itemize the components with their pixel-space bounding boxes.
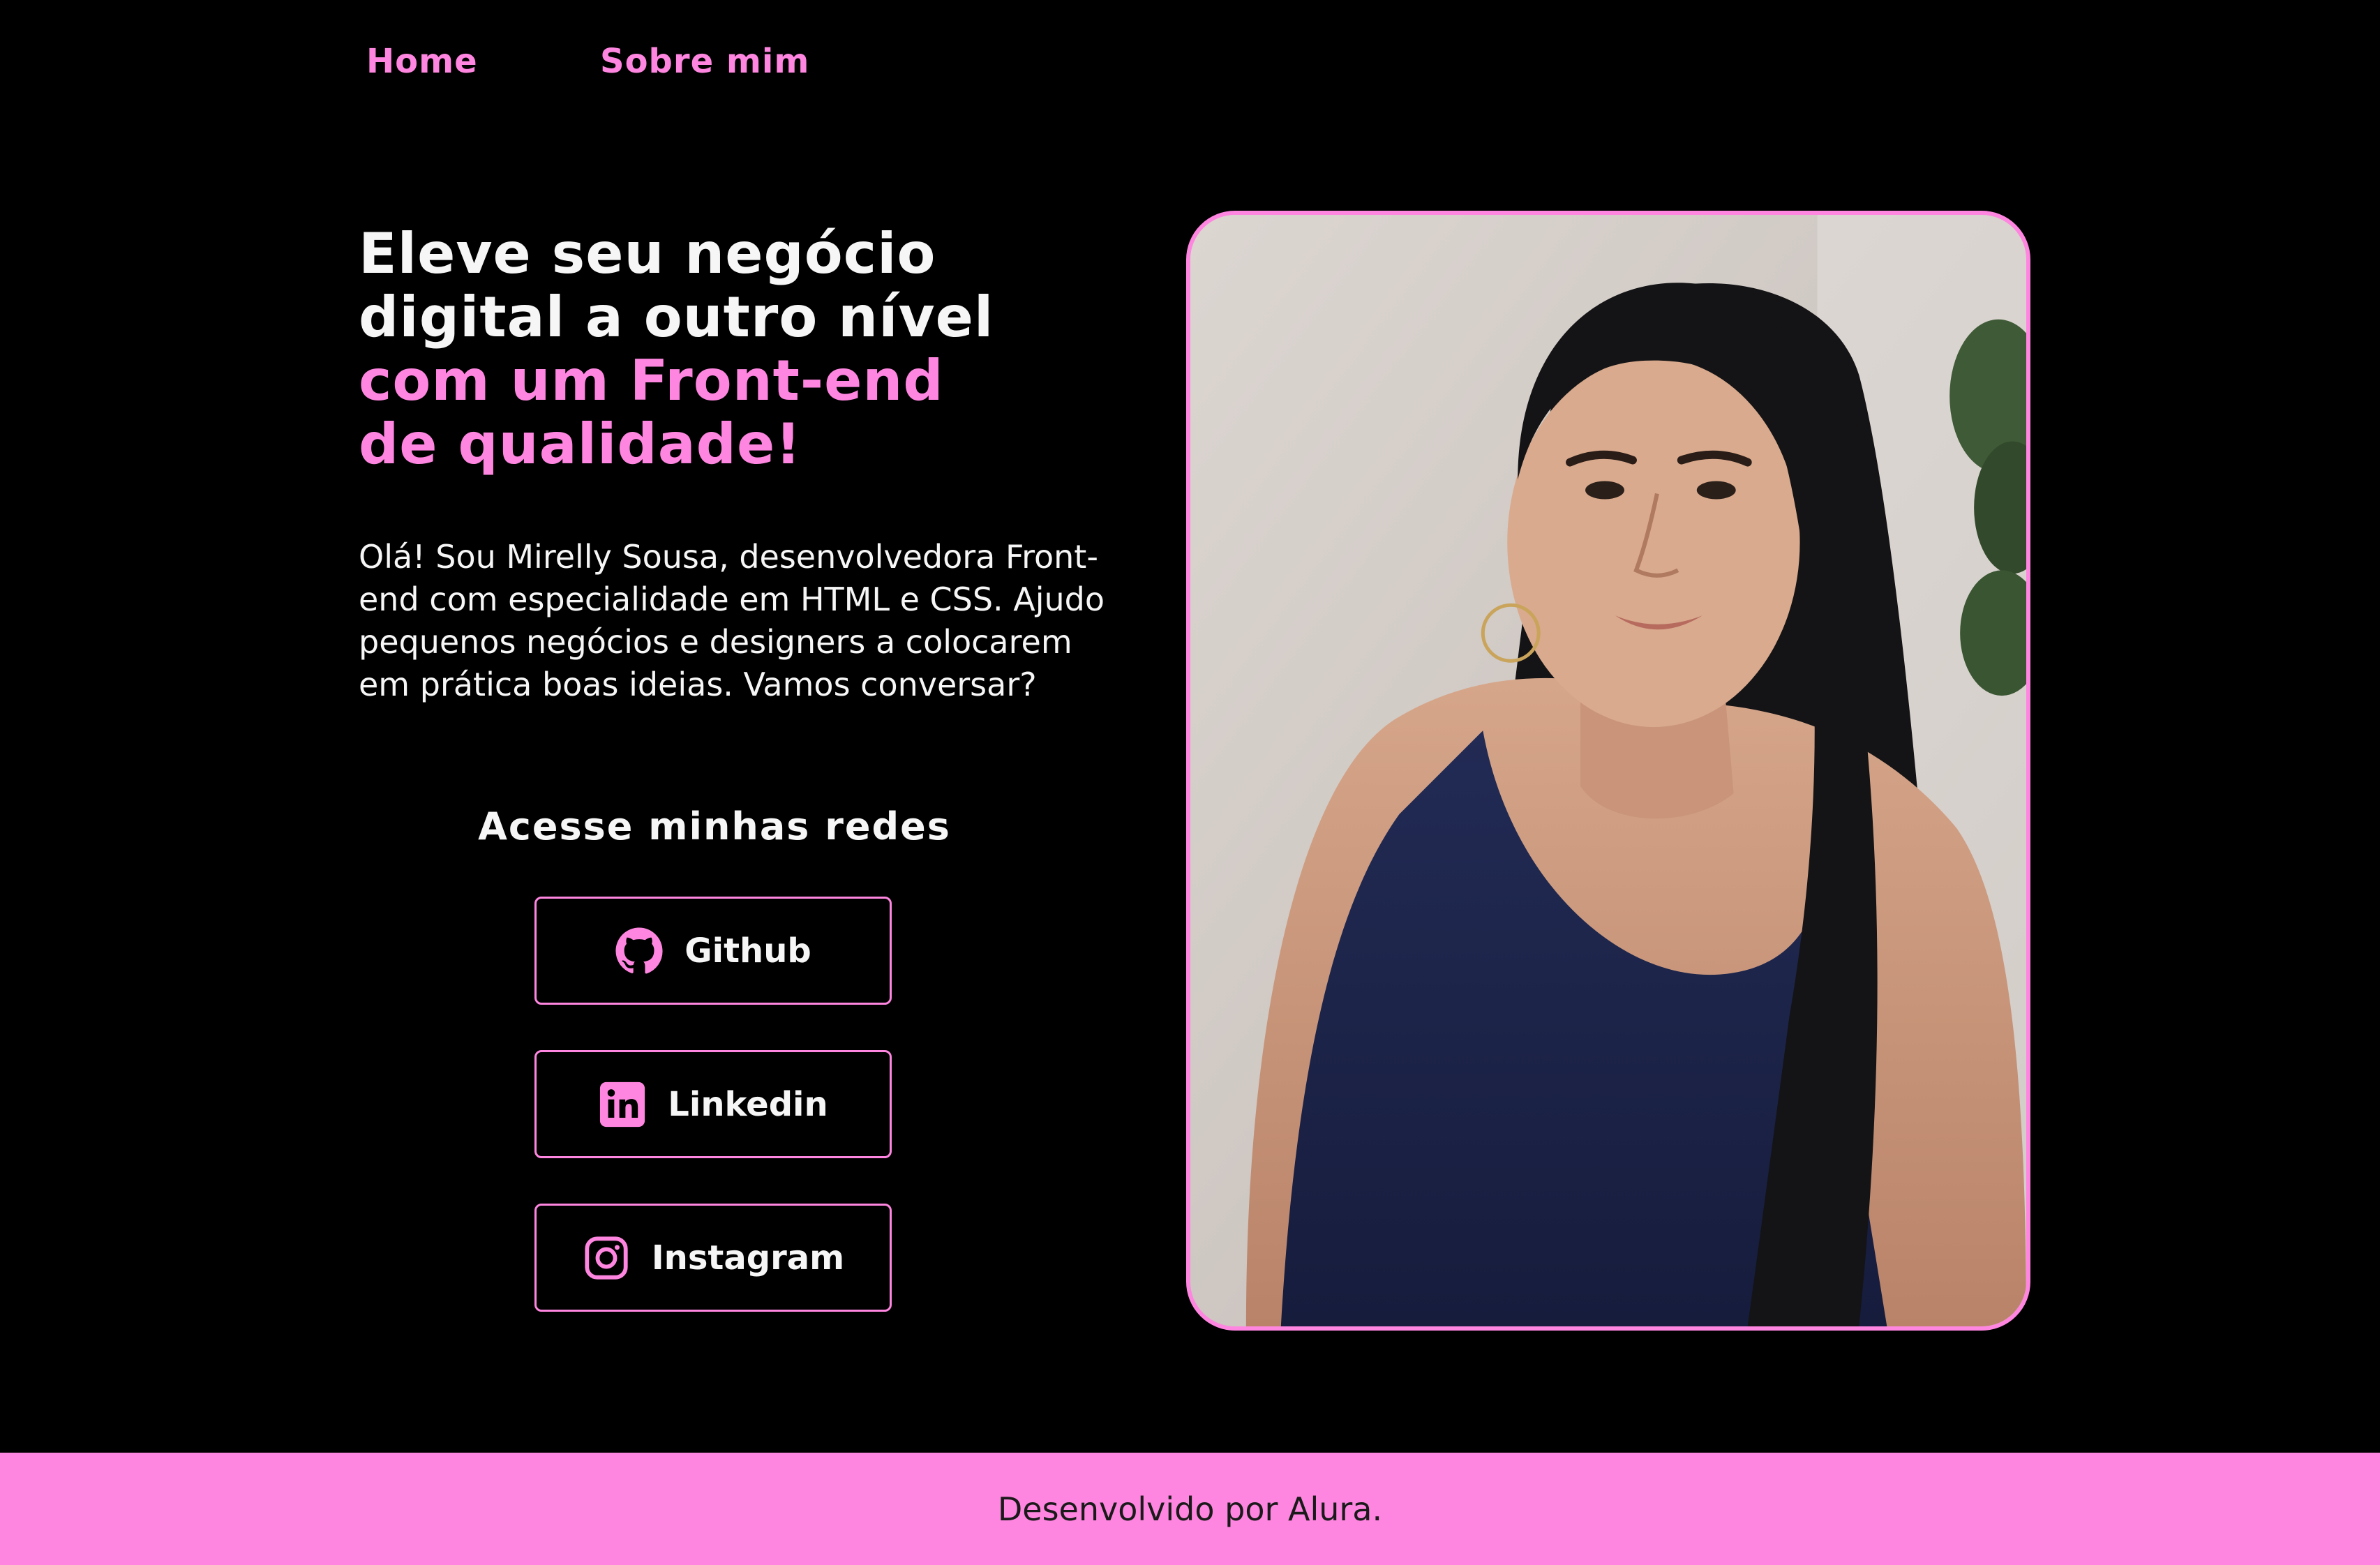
github-button[interactable]: Github [534,897,892,1005]
instagram-button-label: Instagram [651,1238,845,1278]
top-navigation: Home Sobre mim [0,40,2380,82]
github-icon [615,927,664,975]
footer-text: Desenvolvido por Alura. [997,1490,1383,1528]
github-button-label: Github [684,931,811,971]
headline-line-3: com um Front-end [359,348,944,413]
nav-about-link[interactable]: Sobre mim [600,40,809,82]
headline-line-2: digital a outro nível [359,285,994,350]
instagram-button[interactable]: Instagram [534,1204,892,1312]
networks-title: Acesse minhas redes [478,804,951,848]
hero-headline: Eleve seu negócio digital a outro nível … [359,222,1056,476]
profile-photo-illustration [1190,215,2026,1326]
profile-photo [1186,211,2030,1331]
nav-home-link[interactable]: Home [366,40,478,82]
headline-line-4: de qualidade! [359,412,802,477]
headline-line-1: Eleve seu negócio [359,221,936,286]
linkedin-button-label: Linkedin [668,1084,828,1124]
page-footer: Desenvolvido por Alura. [0,1453,2380,1565]
linkedin-icon [598,1080,647,1129]
hero-intro-text: Olá! Sou Mirelly Sousa, desenvolvedora F… [359,538,1105,703]
linkedin-button[interactable]: Linkedin [534,1050,892,1158]
instagram-icon [582,1234,631,1282]
